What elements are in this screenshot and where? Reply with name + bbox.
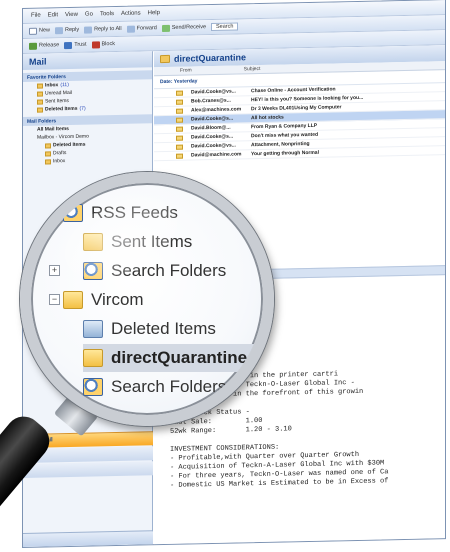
folder-icon xyxy=(37,83,43,89)
menu-help[interactable]: Help xyxy=(148,10,160,16)
envelope-icon xyxy=(176,126,183,132)
folder-icon xyxy=(83,233,103,251)
folder-label: Sent Items xyxy=(111,232,193,251)
folder-icon xyxy=(63,291,83,309)
message-from: David.Cooke@s... xyxy=(191,115,234,123)
reply-button[interactable]: Reply xyxy=(55,26,79,34)
menu-file[interactable]: File xyxy=(31,13,41,19)
trash-icon xyxy=(83,320,103,338)
magnified-folder-item[interactable]: Search Folders xyxy=(83,257,226,285)
message-subject: From Ryan & Company LLP xyxy=(251,122,318,131)
message-from: Bob.Cranes@s... xyxy=(191,97,231,105)
envelope-icon xyxy=(176,108,183,114)
message-subject: All hot stocks xyxy=(251,114,284,122)
envelope-icon xyxy=(176,135,183,141)
message-subject: Chase Online - Account Verification xyxy=(251,86,336,95)
menu-go[interactable]: Go xyxy=(85,12,93,18)
magnified-folder-item[interactable]: RSS Feeds xyxy=(63,199,178,227)
release-icon xyxy=(29,42,37,50)
message-subject: Dr 3 Weeks DL401Using My Computer xyxy=(251,104,342,113)
col-from[interactable]: From xyxy=(180,67,192,73)
magnified-folder-item[interactable]: Sent Items xyxy=(83,228,192,256)
message-from: Alex@machines.com xyxy=(191,106,242,114)
reply-all-icon xyxy=(84,26,93,34)
envelope-icon xyxy=(176,117,183,123)
release-button[interactable]: Release xyxy=(29,42,59,50)
folder-title: directQuarantine xyxy=(174,52,247,64)
send-receive-button[interactable]: Send/Receive xyxy=(161,24,206,32)
new-icon xyxy=(29,27,37,35)
folder-icon xyxy=(45,150,51,157)
menu-actions[interactable]: Actions xyxy=(121,11,141,17)
magnified-folder-item[interactable]: Vircom xyxy=(63,286,144,314)
folder-label: Search Folders xyxy=(111,261,227,280)
send-receive-icon xyxy=(161,24,170,32)
magnified-folder-item[interactable]: Deleted Items xyxy=(83,315,216,343)
message-from: David.Cooke@s... xyxy=(191,133,234,141)
folder-label: Search Folders xyxy=(111,377,227,396)
folder-label: Vircom xyxy=(91,290,144,309)
folder-label: RSS Feeds xyxy=(91,203,178,222)
screenshot-stage: File Edit View Go Tools Actions Help New… xyxy=(0,0,450,552)
nav-shortcuts-bar[interactable] xyxy=(23,530,153,547)
nav-button[interactable] xyxy=(23,461,153,478)
folder-icon xyxy=(37,91,43,97)
fav-deleted[interactable]: Deleted Items (7) xyxy=(23,103,152,114)
message-subject: Don't miss what you wanted xyxy=(251,131,319,140)
trust-button[interactable]: Trust xyxy=(64,41,87,49)
reply-icon xyxy=(55,26,64,34)
message-subject: HEY! is this you? Someone is looking for… xyxy=(251,94,364,104)
reply-all-button[interactable]: Reply to All xyxy=(84,25,122,34)
folder-icon xyxy=(45,158,51,165)
folder-icon xyxy=(37,99,43,105)
magnified-folder-item[interactable]: Search Folders xyxy=(83,373,226,401)
envelope-icon xyxy=(176,153,183,159)
message-from: David.Cooke@vs... xyxy=(191,88,236,96)
folder-icon xyxy=(45,142,51,149)
search-box[interactable]: Search xyxy=(211,22,239,32)
menu-tools[interactable]: Tools xyxy=(100,11,114,17)
forward-icon xyxy=(126,25,135,33)
folder-icon xyxy=(37,107,43,113)
menu-view[interactable]: View xyxy=(65,12,78,18)
message-subject: Your getting through Normal xyxy=(251,149,319,158)
tree-inbox[interactable]: Inbox xyxy=(23,155,152,166)
envelope-icon xyxy=(176,90,183,96)
search-folder-icon xyxy=(83,378,103,396)
magnified-folder-item[interactable]: directQuarantine(94) xyxy=(83,344,263,372)
nav-pane-title: Mail xyxy=(23,51,152,70)
search-folder-icon xyxy=(83,262,103,280)
expand-icon[interactable]: + xyxy=(49,265,60,276)
magnifier-lens: RSS Feeds Sent Items Search Folders Vircom D… xyxy=(20,172,274,426)
menu-edit[interactable]: Edit xyxy=(48,12,58,18)
forward-button[interactable]: Forward xyxy=(126,25,157,33)
envelope-icon xyxy=(176,144,183,150)
envelope-icon xyxy=(176,99,183,105)
new-button[interactable]: New xyxy=(29,27,50,35)
trust-icon xyxy=(64,41,73,49)
folder-icon xyxy=(83,349,103,367)
message-from: David@machine.com xyxy=(191,151,242,159)
collapse-icon[interactable]: − xyxy=(49,294,60,305)
block-button[interactable]: Block xyxy=(91,40,115,49)
col-subject[interactable]: Subject xyxy=(244,66,261,72)
rss-icon xyxy=(63,204,83,222)
message-from: David.Cooke@vs... xyxy=(191,142,236,150)
folder-icon xyxy=(160,54,170,64)
folder-label: directQuarantine xyxy=(111,348,248,367)
message-list: David.Cooke@vs... Chase Online - Account … xyxy=(154,83,445,162)
message-subject: Attachment, Nonprinting xyxy=(251,140,310,149)
block-icon xyxy=(91,40,100,49)
message-from: David.Bloom@... xyxy=(191,124,231,132)
folder-label: Deleted Items xyxy=(111,319,216,338)
